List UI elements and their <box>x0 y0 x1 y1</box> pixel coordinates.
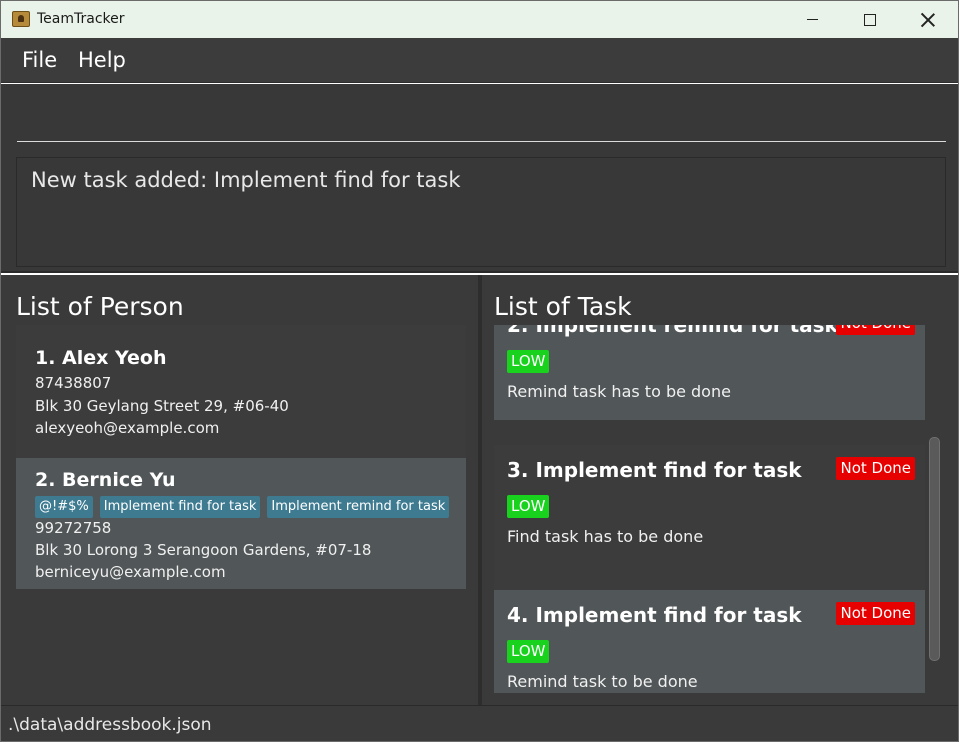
menu-help[interactable]: Help <box>78 48 126 72</box>
maximize-icon <box>864 13 876 26</box>
status-badge: Not Done <box>836 457 915 480</box>
result-message: New task added: Implement find for task <box>31 168 461 192</box>
person-name: 2. Bernice Yu <box>35 469 176 491</box>
task-description: Remind task has to be done <box>507 382 731 401</box>
status-bar: .\data\addressbook.json <box>1 705 958 741</box>
person-email: berniceyu@example.com <box>35 563 226 581</box>
task-card[interactable]: 2. Implement remind for task Not Done LO… <box>494 325 925 420</box>
split-pane-divider[interactable] <box>478 275 482 705</box>
person-card[interactable]: 1. Alex Yeoh 87438807 Blk 30 Geylang Str… <box>16 325 466 458</box>
result-display-pane: New task added: Implement find for task <box>1 147 958 273</box>
result-display[interactable]: New task added: Implement find for task <box>16 157 946 267</box>
window-title: TeamTracker <box>37 11 125 27</box>
tag-badge: Implement remind for task <box>267 496 450 518</box>
menu-file[interactable]: File <box>22 48 57 72</box>
task-list-title: List of Task <box>494 292 632 321</box>
app-icon <box>12 11 30 27</box>
task-name: 3. Implement find for task <box>507 458 802 482</box>
close-button[interactable] <box>899 1 957 38</box>
status-badge: Not Done <box>836 602 915 625</box>
status-badge: Not Done <box>836 325 915 335</box>
person-tags: @!#$% Implement find for task Implement … <box>35 496 450 518</box>
minimize-button[interactable] <box>783 1 841 38</box>
person-address: Blk 30 Geylang Street 29, #06-40 <box>35 397 289 415</box>
person-list-title: List of Person <box>16 292 184 321</box>
maximize-button[interactable] <box>841 1 899 38</box>
minimize-icon <box>806 18 818 21</box>
close-icon <box>921 13 935 27</box>
person-phone: 87438807 <box>35 374 112 392</box>
task-description: Remind task to be done <box>507 672 698 691</box>
task-card[interactable]: 4. Implement find for task Not Done LOW … <box>494 590 925 693</box>
task-list[interactable]: 2. Implement remind for task Not Done LO… <box>494 325 925 693</box>
person-list[interactable]: 1. Alex Yeoh 87438807 Blk 30 Geylang Str… <box>16 325 466 591</box>
command-box <box>1 84 958 147</box>
command-input[interactable] <box>17 92 946 142</box>
menu-bar: File Help <box>1 38 958 83</box>
priority-badge: LOW <box>507 640 550 663</box>
title-bar[interactable]: TeamTracker <box>1 1 958 38</box>
person-name: 1. Alex Yeoh <box>35 347 167 369</box>
task-list-scrollbar[interactable] <box>929 437 940 661</box>
person-phone: 99272758 <box>35 519 112 537</box>
task-description: Find task has to be done <box>507 527 704 546</box>
tag-badge: @!#$% <box>35 496 93 518</box>
person-email: alexyeoh@example.com <box>35 419 220 437</box>
task-name: 2. Implement remind for task <box>507 325 838 337</box>
person-card[interactable]: 2. Bernice Yu @!#$% Implement find for t… <box>16 458 466 589</box>
app-window: TeamTracker File Help New task added: Im… <box>0 0 959 742</box>
save-location: .\data\addressbook.json <box>8 715 212 735</box>
priority-badge: LOW <box>507 495 550 518</box>
person-address: Blk 30 Lorong 3 Serangoon Gardens, #07-1… <box>35 541 372 559</box>
main-lists-area: List of Person List of Task 1. Alex Yeoh… <box>1 275 958 705</box>
task-name: 4. Implement find for task <box>507 603 802 627</box>
tag-badge: Implement find for task <box>99 496 261 518</box>
task-card[interactable]: 3. Implement find for task Not Done LOW … <box>494 445 925 590</box>
priority-badge: LOW <box>507 350 550 373</box>
